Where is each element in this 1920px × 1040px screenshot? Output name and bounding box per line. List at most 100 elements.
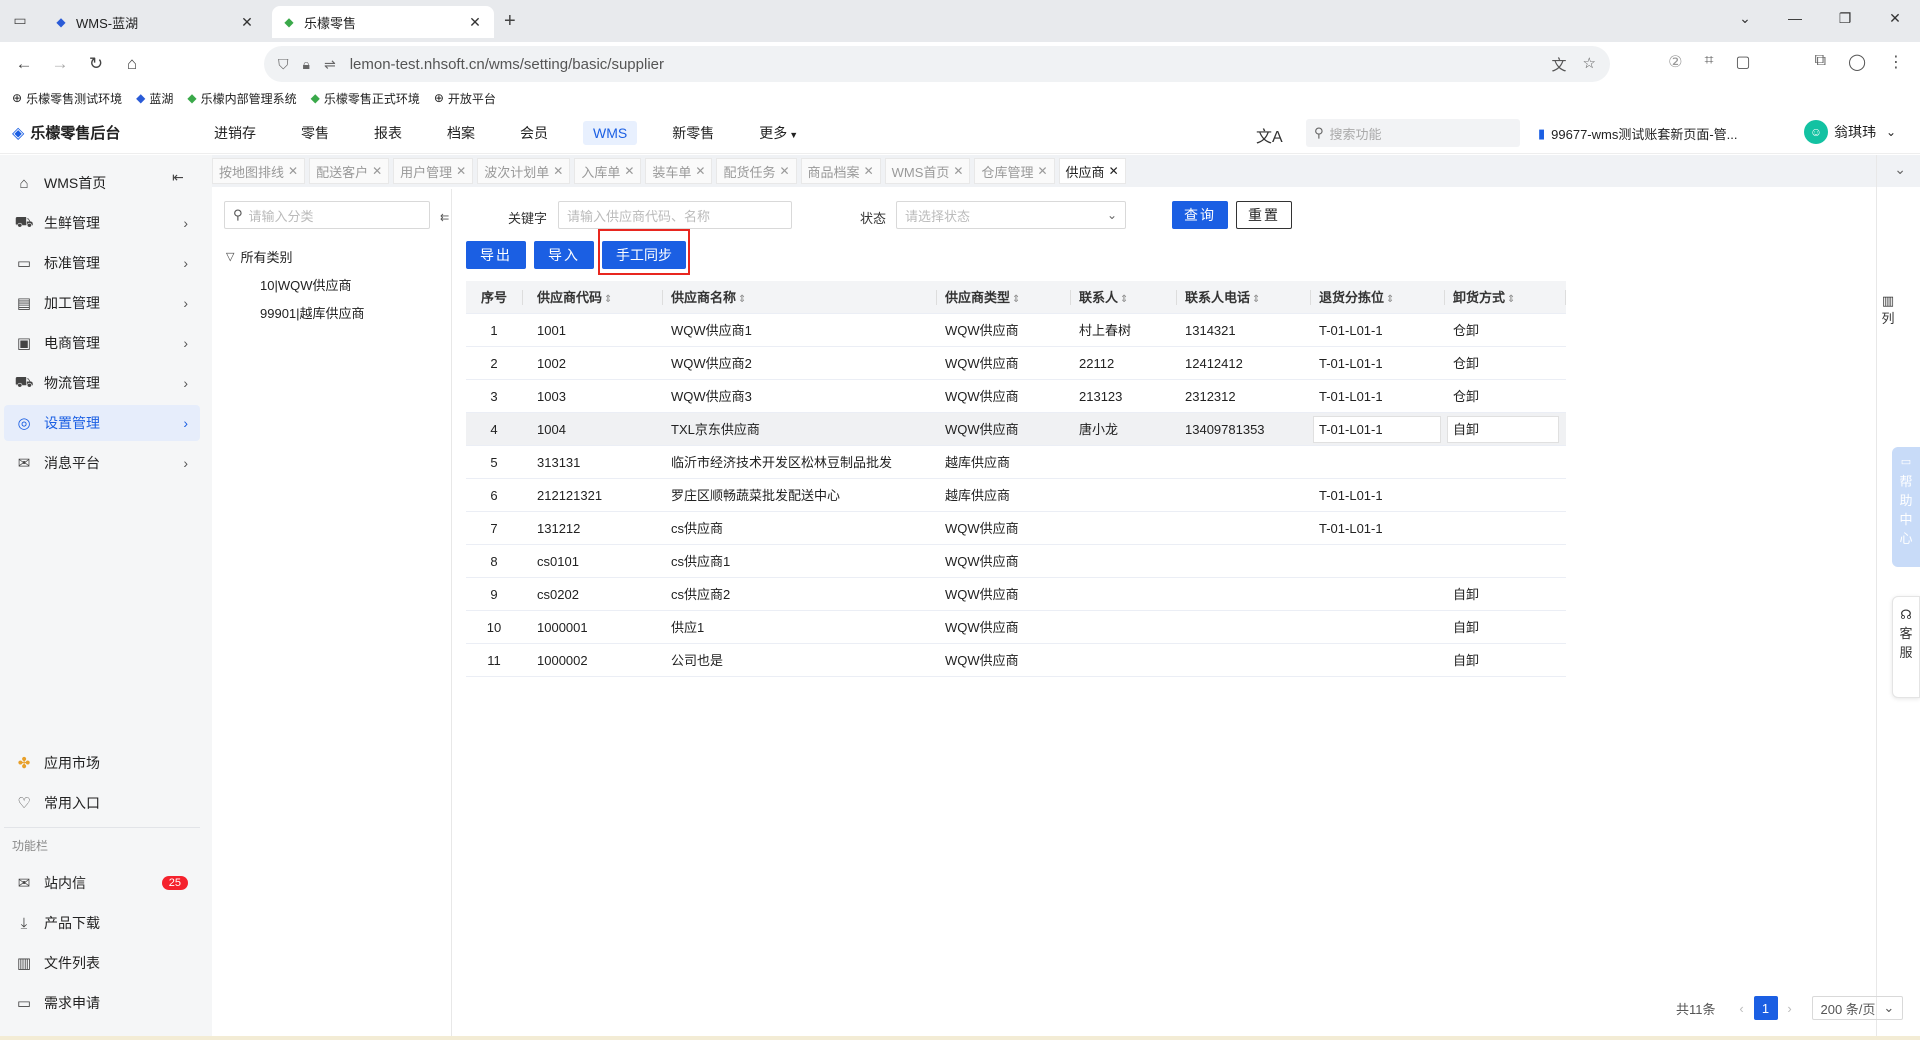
table-row[interactable]: 7 131212 cs供应商 WQW供应商 T-01-L01-1 <box>466 512 1566 545</box>
browser-tab-wms[interactable]: ◆ WMS-蓝湖 ✕ <box>44 6 266 38</box>
bookmark-item[interactable]: ⊕ 乐檬零售测试环境 <box>12 90 122 107</box>
bookmark-star-icon[interactable]: ☆ <box>1583 54 1596 75</box>
sidebar-item-ecommerce[interactable]: ▣ 电商管理 › <box>4 325 200 361</box>
topnav-item-wms[interactable]: WMS <box>583 121 638 145</box>
query-button[interactable]: 查询 <box>1172 201 1228 229</box>
table-row[interactable]: 10 1000001 供应1 WQW供应商 自卸 <box>466 611 1566 644</box>
table-row[interactable]: 3 1003 WQW供应商3 WQW供应商 213123 2312312 T-01-L01-… <box>466 380 1566 413</box>
close-icon[interactable]: ✕ <box>553 164 563 178</box>
browser-tab-lemon[interactable]: ◆ 乐檬零售 ✕ <box>272 6 494 38</box>
sidebar-item-wms-home[interactable]: ⌂ WMS首页 <box>4 165 200 201</box>
close-icon[interactable]: ✕ <box>372 164 382 178</box>
topnav-item[interactable]: 新零售 <box>662 119 724 147</box>
table-row[interactable]: 8 cs0101 cs供应商1 WQW供应商 <box>466 545 1566 578</box>
customer-service-button[interactable]: ☊ 客服 <box>1892 596 1920 698</box>
column-header[interactable]: 联系人 ⇕ <box>1079 281 1169 314</box>
account-selector[interactable]: ▮ 99677-wms测试账套新页面-管... <box>1538 124 1738 143</box>
next-page-icon[interactable]: › <box>1778 996 1802 1020</box>
column-header[interactable]: 联系人电话 ⇕ <box>1185 281 1305 314</box>
reload-icon[interactable]: ↻ <box>78 54 114 74</box>
chevron-down-icon[interactable]: ⌄ <box>1894 161 1906 178</box>
url-bar[interactable]: ⛉ 🔒︎ ⇌ lemon-test.nhsoft.cn/wms/setting/… <box>264 46 1610 82</box>
close-tab-icon[interactable]: ✕ <box>466 14 484 31</box>
sidebar-item-standard[interactable]: ▭ 标准管理 › <box>4 245 200 281</box>
page-number[interactable]: 1 <box>1753 996 1778 1020</box>
sidebar-item-process[interactable]: ▤ 加工管理 › <box>4 285 200 321</box>
page-tab[interactable]: 装车单 ✕ <box>645 158 713 184</box>
translate-icon[interactable]: 文 <box>1552 54 1567 75</box>
tab-list-icon[interactable]: ▭ <box>8 8 32 32</box>
table-row[interactable]: 1 1001 WQW供应商1 WQW供应商 村上春树 1314321 T-01-L01-1 仓… <box>466 314 1566 347</box>
page-tab[interactable]: 配货任务 ✕ <box>716 158 797 184</box>
manual-sync-button[interactable]: 手工同步 <box>602 241 686 269</box>
collapse-tree-icon[interactable]: ⇇ <box>440 211 449 224</box>
topnav-item[interactable]: 报表 <box>364 119 412 147</box>
table-row[interactable]: 4 1004 TXL京东供应商 WQW供应商 唐小龙 13409781353 T-01-L0… <box>466 413 1566 446</box>
import-button[interactable]: 导入 <box>534 241 594 269</box>
prev-page-icon[interactable]: ‹ <box>1730 996 1754 1020</box>
column-header[interactable]: 供应商名称 ⇕ <box>671 281 891 314</box>
close-icon[interactable]: ✕ <box>624 164 634 178</box>
extensions-icon[interactable]: ⧉ <box>1815 52 1826 72</box>
page-tab-supplier[interactable]: 供应商 ✕ <box>1058 158 1126 184</box>
home-icon[interactable]: ⌂ <box>114 54 150 74</box>
unload-method-edit[interactable]: 自卸 <box>1447 416 1559 443</box>
language-icon[interactable]: 文A <box>1256 123 1283 147</box>
table-row[interactable]: 6 212121321 罗庄区顺畅蔬菜批发配送中心 越库供应商 T-01-L01-1 <box>466 479 1566 512</box>
column-header[interactable]: 卸货方式 ⇕ <box>1453 281 1553 314</box>
table-row[interactable]: 11 1000002 公司也是 WQW供应商 自卸 <box>466 644 1566 677</box>
sidebar-item-message[interactable]: ✉ 消息平台 › <box>4 445 200 481</box>
restore-icon[interactable]: ❐ <box>1820 10 1870 27</box>
page-tab[interactable]: WMS首页 ✕ <box>884 158 971 184</box>
table-row[interactable]: 9 cs0202 cs供应商2 WQW供应商 自卸 <box>466 578 1566 611</box>
extension-count-icon[interactable]: ② <box>1668 52 1682 72</box>
table-row[interactable]: 2 1002 WQW供应商2 WQW供应商 22112 12412412 T-01-L01-… <box>466 347 1566 380</box>
close-icon[interactable]: ✕ <box>288 164 298 178</box>
table-row[interactable]: 5 313131 临沂市经济技术开发区松林豆制品批发 越库供应商 <box>466 446 1566 479</box>
minimize-icon[interactable]: — <box>1770 10 1820 27</box>
column-header[interactable]: 退货分拣位 ⇕ <box>1319 281 1439 314</box>
page-tab[interactable]: 入库单 ✕ <box>574 158 642 184</box>
sidebar-item-app-market[interactable]: ✤ 应用市场 <box>4 745 200 781</box>
column-header[interactable]: 供应商代码 ⇕ <box>537 281 657 314</box>
close-icon[interactable]: ✕ <box>456 164 466 178</box>
page-tab[interactable]: 配送客户 ✕ <box>309 158 390 184</box>
column-settings-button[interactable]: ▥ 列 <box>1876 292 1900 328</box>
collapse-sidebar-icon[interactable]: ⇤ <box>172 169 184 186</box>
reset-button[interactable]: 重置 <box>1236 201 1292 229</box>
column-header[interactable]: 供应商类型 ⇕ <box>945 281 1065 314</box>
forward-icon[interactable]: → <box>42 54 78 74</box>
category-search-input[interactable]: ⚲ 请输入分类 <box>224 201 430 229</box>
bookmark-item[interactable]: ◆ 蓝湖 <box>136 90 173 107</box>
sidebar-item-favorites[interactable]: ♡ 常用入口 <box>4 785 200 821</box>
app-logo[interactable]: ◈ 乐檬零售后台 <box>12 122 120 143</box>
close-icon[interactable]: ✕ <box>779 164 789 178</box>
sidebar-item-download[interactable]: ⤓ 产品下载 <box>4 905 200 941</box>
sidebar-item-file-list[interactable]: ▥ 文件列表 <box>4 945 200 981</box>
tab-dropdown-icon[interactable]: ⌄ <box>1720 10 1770 27</box>
tree-node[interactable]: 99901|越库供应商 <box>260 303 365 322</box>
sidebar-item-request[interactable]: ▭ 需求申请 <box>4 985 200 1021</box>
topnav-item[interactable]: 会员 <box>510 119 558 147</box>
page-size-select[interactable]: 200 条/页 ⌄ <box>1811 996 1904 1020</box>
help-center-button[interactable]: ▭ 帮助中心 <box>1892 447 1920 567</box>
tree-node-root[interactable]: ▽ 所有类别 <box>226 247 292 266</box>
tree-node[interactable]: 10|WQW供应商 <box>260 275 352 294</box>
page-tab[interactable]: 按地图排线 ✕ <box>212 158 306 184</box>
sidebar-item-logistics[interactable]: ⛟ 物流管理 › <box>4 365 200 401</box>
page-tab[interactable]: 波次计划单 ✕ <box>477 158 571 184</box>
menu-icon[interactable]: ⋮ <box>1888 52 1904 72</box>
sidebar-item-fresh[interactable]: ⛟ 生鲜管理 › <box>4 205 200 241</box>
topnav-item-more[interactable]: 更多 ▼ <box>749 119 808 147</box>
close-icon[interactable]: ✕ <box>1109 164 1119 178</box>
back-icon[interactable]: ← <box>6 54 42 74</box>
return-location-edit[interactable]: T-01-L01-1 <box>1313 416 1441 443</box>
page-tab[interactable]: 仓库管理 ✕ <box>974 158 1055 184</box>
crop-icon[interactable]: ⌗ <box>1705 52 1714 72</box>
sidebar-item-inbox[interactable]: ✉ 站内信 25 <box>4 865 200 901</box>
topnav-item[interactable]: 进销存 <box>204 119 266 147</box>
new-tab-icon[interactable]: + <box>504 10 516 33</box>
topnav-item[interactable]: 零售 <box>291 119 339 147</box>
user-menu[interactable]: ☺ 翁琪玮 ⌄ <box>1804 120 1896 144</box>
page-tab[interactable]: 商品档案 ✕ <box>800 158 881 184</box>
